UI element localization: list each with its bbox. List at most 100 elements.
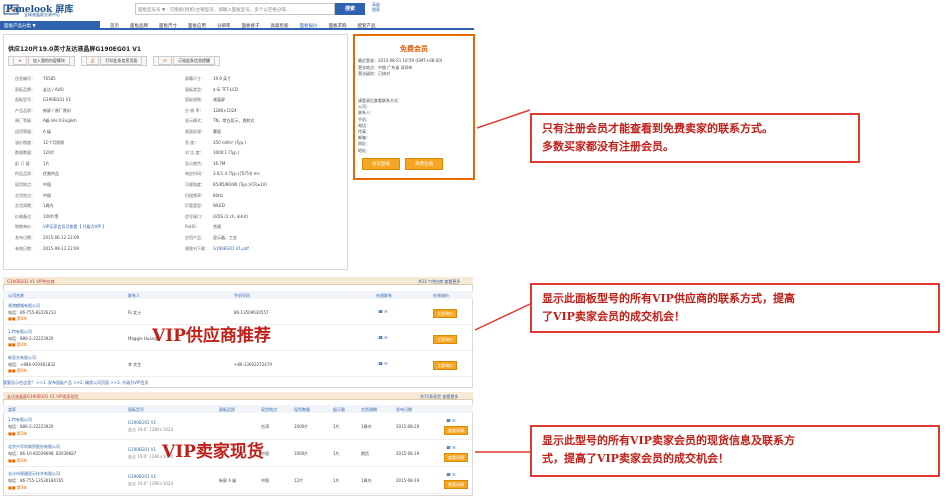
inquiry-button[interactable]: 立即询价	[433, 309, 457, 318]
subscribe-button[interactable]: ✉ 订阅此条信息提醒	[153, 56, 220, 66]
chat-icon[interactable]: ☎ ✉	[446, 418, 456, 423]
seller-name[interactable]: 北京兴华利商贸股份有限公司	[8, 444, 60, 450]
company-name[interactable]: 香港麒城有限公司	[8, 303, 40, 309]
print-button[interactable]: ⎙ 打印此条信息页面	[80, 56, 148, 66]
company-name[interactable]: 新亚光有限公司	[8, 355, 36, 361]
chat-icon[interactable]: ☎ ✉	[446, 445, 456, 450]
add-favorite-button[interactable]: ★ 加入我的内容模块	[8, 56, 75, 66]
seller-name[interactable]: 长沙市视通显示技术有限公司	[8, 471, 60, 477]
chat-icon[interactable]: ☎ ✉	[378, 361, 388, 366]
spec-key: 产品品质：	[15, 107, 35, 113]
spec-key: 应用产品：	[185, 234, 205, 240]
spec-key: 屏幕尺寸：	[185, 76, 205, 81]
nav-item-home[interactable]: 首页	[110, 23, 119, 29]
panel-model[interactable]: G190EG01 V1	[128, 447, 156, 452]
spec-row: 原厂等级： A级 Ver.0 English	[15, 116, 106, 127]
free-register-button[interactable]: 免费注册	[405, 158, 443, 170]
spec-value: 85/85/80/80 (Typ.)(CR≥10)	[213, 181, 267, 187]
spec-key: 现货地点：	[15, 181, 35, 187]
nav-item-accessories[interactable]: 配套产品	[358, 23, 376, 29]
vip-stock-more-link[interactable]: 共15条现货 查看更多	[420, 394, 458, 400]
company-name[interactable]: 1.特有限公司	[8, 329, 32, 335]
spec-key: 灯管类型：	[185, 203, 205, 209]
search-input[interactable]: 面板型号号 ▼ · 可搜索(例如)主要型号，请输入面板型号，多个以空格分隔...	[135, 3, 335, 15]
spec-value: 新屏 / 原厂原封	[43, 107, 71, 113]
view-detail-button[interactable]: 查看详情	[444, 426, 468, 435]
inquiry-button[interactable]: 立即询价	[433, 361, 457, 370]
nav-item-price[interactable]: 面板报价	[300, 23, 318, 29]
spec-key: 信息编号：	[15, 76, 35, 81]
spec-row: 面板类型： a-Si TFT-LCD	[185, 85, 267, 96]
callout-vip-stock: 显示此型号的所有VIP卖家会员的现货信息及联系方 式，提高了VIP卖家会员的成交机…	[530, 425, 940, 477]
spec-row: 应用产品： 显示器，工业	[185, 233, 267, 244]
nav-item-application[interactable]: 面板应用	[188, 23, 206, 29]
spec-key: 分 辨 率：	[185, 107, 204, 113]
stock-moq: 1片	[333, 451, 340, 456]
stock-date: 2015-08-19	[396, 451, 420, 456]
col-grade: 面板品质	[219, 406, 235, 412]
col-model: 面板型号	[128, 406, 144, 412]
col-moq: 起订量	[333, 406, 345, 412]
panel-grade: 新屏 A 级	[219, 478, 237, 483]
nav-item-interface[interactable]: 面板接子	[242, 23, 260, 29]
stock-date: 2015-08-19	[396, 478, 420, 483]
spec-key: 信号接口：	[185, 213, 205, 219]
spec-row: 发布日期： 2015-06-12 22:09	[15, 233, 106, 244]
vip-supplier-more-link[interactable]: 共31个供应商 查看更多	[418, 279, 460, 285]
category-menu[interactable]: 面板产品分类 ▼	[0, 21, 100, 30]
col-contact: 联系人	[128, 292, 140, 298]
vip-hint[interactable]: 我要显示在这里？ >>1. 发布面板产品 >>2. 确保公司页面 >>3. 升级…	[3, 380, 149, 386]
inquiry-button[interactable]: 立即询价	[433, 335, 457, 344]
nav-item-advanced[interactable]: 高级检索	[271, 23, 289, 29]
spec-key: 该价格度：	[15, 139, 35, 145]
panel-model[interactable]: G190EG01 V1	[128, 474, 156, 479]
spec-value[interactable]: G190EG01 V1.pdf	[213, 244, 249, 255]
spec-value: 350 cd/m² (Typ.)	[213, 139, 246, 145]
chat-icon[interactable]: ☎ ✉	[378, 309, 388, 314]
spec-value[interactable]: VIP买家会员可查看【 升级为VIP 】	[43, 222, 106, 233]
spec-row: 灯管类型： WLED	[185, 201, 267, 212]
stock-date: 2015-08-20	[396, 424, 420, 429]
spec-key: 面板品牌：	[15, 86, 35, 92]
spec-key: 适用等级：	[15, 128, 35, 134]
vip-stock-columns: 卖家 面板型号 面板品质 现货地点 现货数量 起订量 交货周期 发布日期	[3, 405, 473, 413]
chat-icon[interactable]: ☎ ✉	[446, 472, 456, 477]
view-detail-button[interactable]: 查看详情	[444, 453, 468, 462]
spec-key: 表面处理：	[185, 128, 205, 134]
spec-row: 对 比 度： 1000:1 (Typ.)	[185, 148, 267, 159]
stock-lead: 1周内	[361, 424, 372, 429]
spec-value: 2015-09-12 22:09	[43, 245, 80, 251]
callout-arrow-2	[474, 303, 531, 331]
spec-key: 有效日期：	[15, 245, 35, 251]
vip-badge: ■■ 第3年	[8, 431, 28, 436]
spec-value: 中国	[43, 181, 51, 187]
view-detail-button[interactable]: 查看详情	[444, 480, 468, 489]
spec-row: 可视角度： 85/85/80/80 (Typ.)(CR≥10)	[185, 180, 267, 191]
chat-icon[interactable]: ☎ ✉	[378, 335, 388, 340]
nav-item-size[interactable]: 面板尺寸	[159, 23, 177, 29]
panel-model[interactable]: G190EG01 V1	[128, 420, 156, 425]
table-row: 新亚光有限公司 电话：+886-920461832 ■■ 第4年李 先生 +86-13…	[3, 352, 473, 377]
member-login-button[interactable]: 会员登录	[362, 158, 400, 170]
col-mobile: 手机号码	[234, 292, 250, 298]
spec-value: 100片等	[43, 213, 59, 219]
seller-name[interactable]: 1.特有限公司	[8, 417, 32, 423]
spec-key: 价格备注：	[15, 213, 35, 219]
spec-row: 表面处理： 雾面	[185, 127, 267, 138]
product-title: 供应120片19.0英寸友达液晶屏G190EG01 V1	[8, 46, 142, 53]
spec-row: 显示模式： TN，常白显示，透射式	[185, 116, 267, 127]
nav-item-resolution[interactable]: 分辨率	[217, 23, 231, 29]
search-button[interactable]: 搜索	[335, 3, 365, 15]
spec-row: 扫描频率： 60Hz	[185, 191, 267, 202]
spec-value: 70585	[43, 76, 56, 81]
seller-phone: 电话：86-755-13530184165	[8, 478, 64, 483]
spec-key: 面板规格：	[185, 97, 205, 103]
nav-item-brand[interactable]: 面板品牌	[130, 23, 148, 29]
nav-item-request[interactable]: 面板求购	[329, 23, 347, 29]
spec-value: WLED	[213, 203, 225, 209]
stock-qty: 1000片	[294, 451, 309, 456]
col-company: 公司名称	[8, 292, 24, 298]
spec-key: 响应时间：	[185, 171, 205, 177]
advanced-search-link[interactable]: 高级 搜索	[372, 2, 380, 12]
spec-value: 雾面	[213, 128, 221, 134]
